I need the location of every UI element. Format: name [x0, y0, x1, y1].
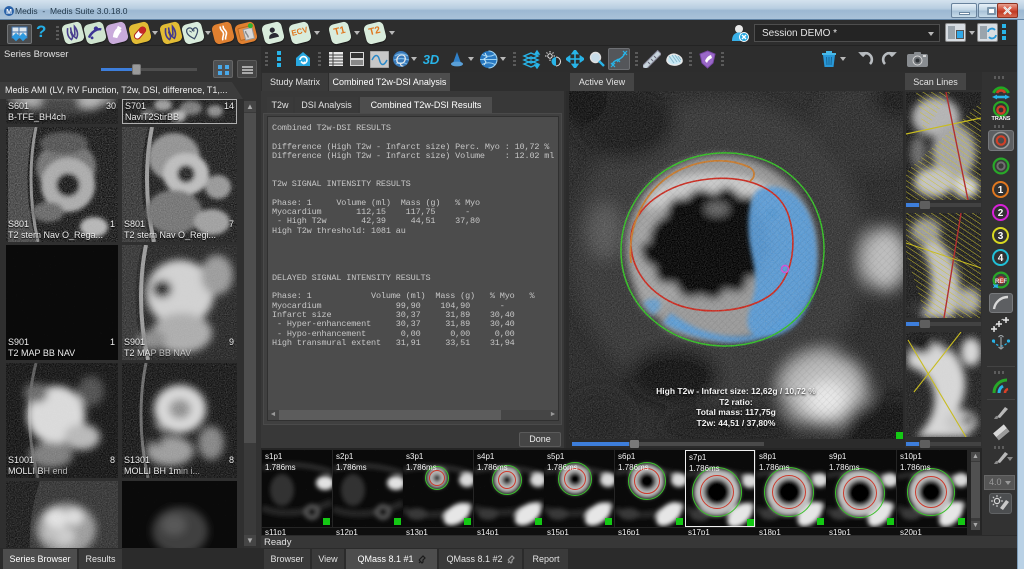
- svg-text:TRANS: TRANS: [992, 116, 1011, 122]
- svg-text:REF: REF: [995, 279, 1007, 285]
- svg-text:Q: Q: [396, 51, 407, 67]
